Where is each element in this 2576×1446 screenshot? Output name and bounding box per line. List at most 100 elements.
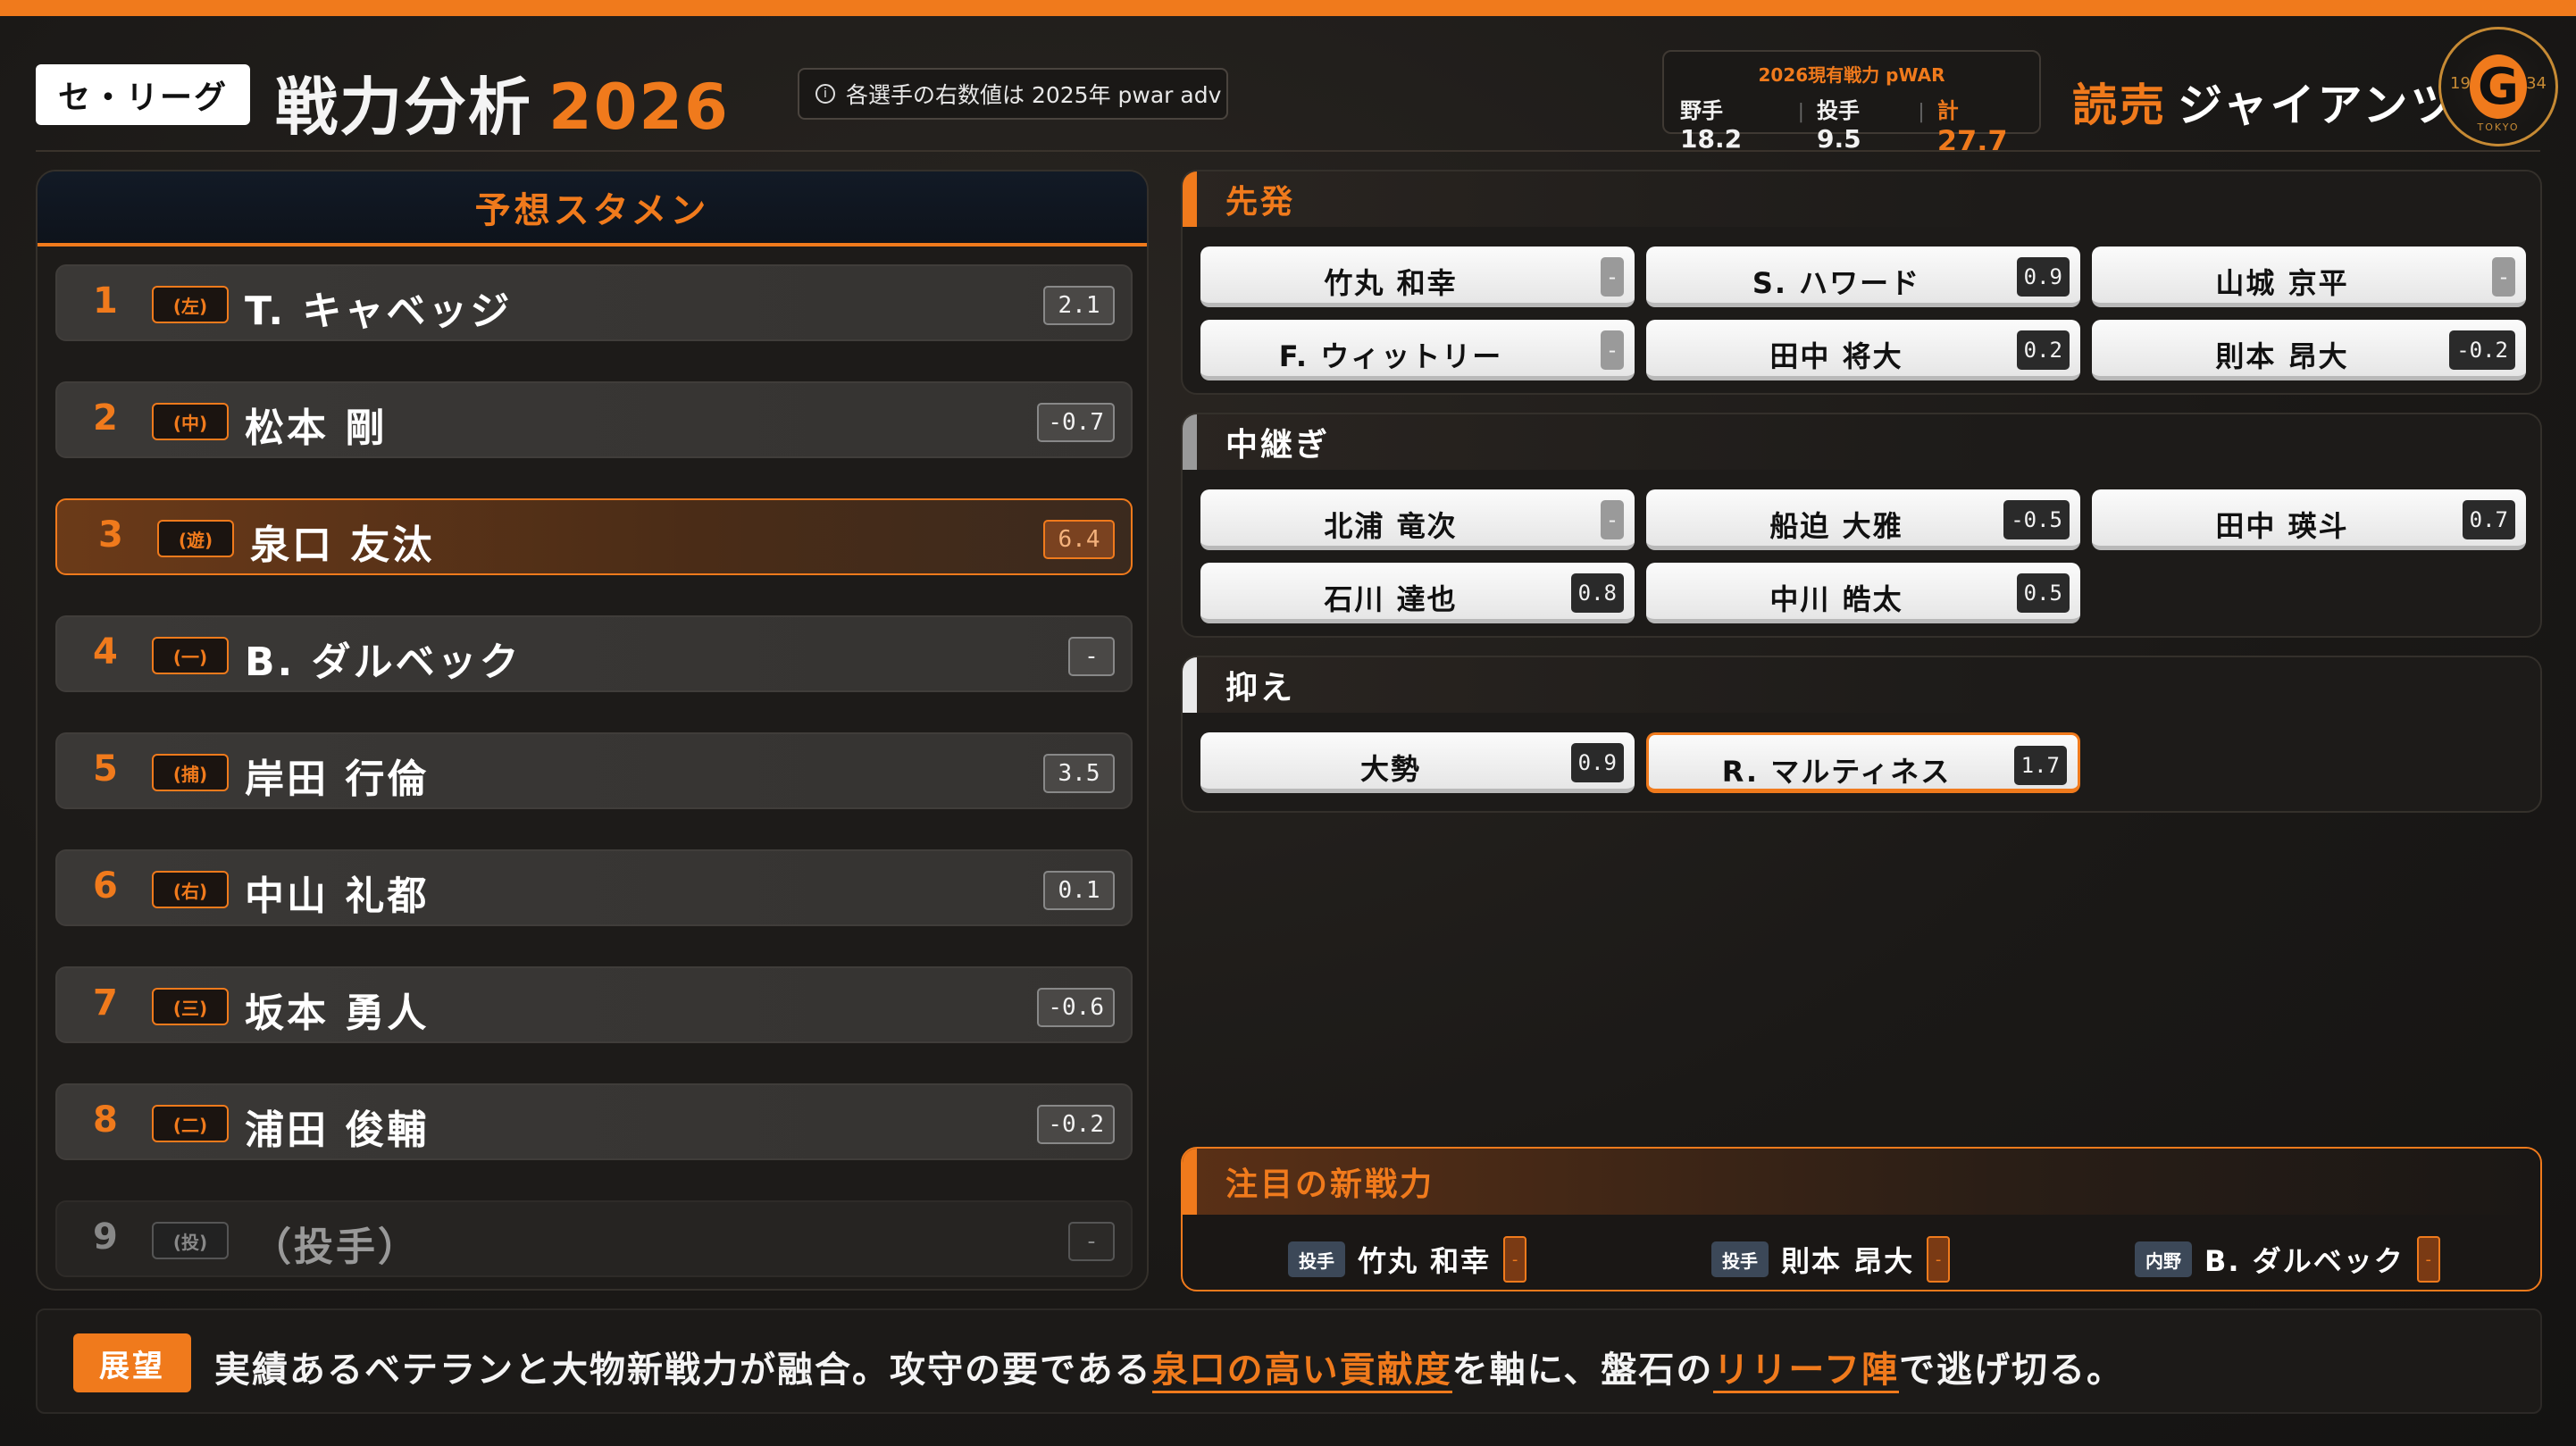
outlook-emphasis: リリーフ陣 (1713, 1350, 1900, 1393)
pitcher-card[interactable]: F. ウィットリー - (1200, 320, 1635, 380)
pitcher-war: 0.9 (1570, 743, 1624, 782)
lineup-row[interactable]: 1 (左) T. キャベッジ 2.1 (55, 264, 1133, 341)
pitcher-card[interactable]: 中川 皓太 0.5 (1646, 563, 2080, 623)
lineup-title: 予想スタメン (474, 190, 710, 231)
position-badge: (二) (152, 1105, 229, 1142)
pitcher-name: 船迫 大雅 (1769, 509, 1903, 543)
position-badge: (中) (152, 403, 229, 440)
pitcher-name: 田中 将大 (1769, 339, 1903, 373)
pitcher-name: 竹丸 和幸 (1324, 266, 1458, 300)
outlook-text-part: 実績あるベテランと大物新戦力が融合。攻守の要である (214, 1350, 1152, 1391)
war-value: 6.4 (1043, 520, 1115, 559)
closer-header: 抑え (1183, 657, 2540, 713)
player-name: （投手） (252, 1225, 420, 1270)
outlook-bar: 展望 実績あるベテランと大物新戦力が融合。攻守の要である泉口の高い貢献度を軸に、… (36, 1308, 2542, 1414)
closer-panel: 抑え 大勢 0.9 R. マルティネス 1.7 (1181, 656, 2542, 813)
pitcher-name: S. ハワード (1752, 266, 1921, 300)
lineup-row[interactable]: 7 (三) 坂本 勇人 -0.6 (55, 966, 1133, 1043)
player-name: 坂本 勇人 (245, 990, 430, 1036)
new-player-position-tag: 内野 (2135, 1241, 2192, 1277)
pitcher-label: 投手 (1816, 98, 1860, 123)
new-player-war: - (1503, 1236, 1527, 1283)
player-name: B. ダルベック (245, 639, 522, 685)
pitcher-card[interactable]: 石川 達也 0.8 (1200, 563, 1635, 623)
new-player-item[interactable]: 内野 B. ダルベック - (2135, 1236, 2440, 1283)
note-text: 各選手の右数値は 2025年 pwar adv (846, 82, 1222, 108)
war-value: -0.7 (1037, 403, 1115, 442)
position-badge: (右) (152, 871, 229, 908)
lineup-row[interactable]: 8 (二) 浦田 俊輔 -0.2 (55, 1083, 1133, 1160)
middle-relief-header: 中継ぎ (1183, 414, 2540, 470)
pitcher-card[interactable]: 大勢 0.9 (1200, 732, 1635, 793)
pitcher-name: F. ウィットリー (1278, 339, 1503, 373)
new-player-item[interactable]: 投手 竹丸 和幸 - (1288, 1236, 1527, 1283)
pitcher-name: 北浦 竜次 (1324, 509, 1458, 543)
position-badge: (一) (152, 637, 229, 674)
team-prefix: 読売 (2072, 79, 2167, 131)
title-text: 戦力分析 (275, 71, 532, 144)
pitcher-war: - (1601, 330, 1624, 370)
pitcher-war: 0.8 (1570, 573, 1624, 613)
player-name: 中山 礼都 (245, 873, 430, 919)
total-war: 計 27.7 (1937, 93, 2030, 158)
pitcher-war: - (1601, 500, 1624, 539)
pitcher-card[interactable]: S. ハワード 0.9 (1646, 247, 2080, 307)
pitcher-card[interactable]: 田中 瑛斗 0.7 (2092, 489, 2526, 550)
pitcher-card[interactable]: 船迫 大雅 -0.5 (1646, 489, 2080, 550)
player-name: T. キャベッジ (245, 288, 513, 334)
pitcher-card[interactable]: 山城 京平 - (2092, 247, 2526, 307)
war-value: -0.6 (1037, 988, 1115, 1027)
team-name: 読売 ジャイアンツ (2072, 70, 2458, 134)
pitcher-war: 0.5 (2016, 573, 2070, 613)
position-badge: (左) (152, 286, 229, 323)
pitcher-name: 田中 瑛斗 (2215, 509, 2349, 543)
pitcher-name: 石川 達也 (1324, 582, 1458, 616)
batting-order: 5 (93, 748, 118, 790)
pitcher-card[interactable]: 田中 将大 0.2 (1646, 320, 2080, 380)
new-player-name: B. ダルベック (2204, 1244, 2405, 1278)
pitcher-card[interactable]: 竹丸 和幸 - (1200, 247, 1635, 307)
lineup-row-pitcher[interactable]: 9 (投) （投手） - (55, 1200, 1133, 1277)
position-badge: (投) (152, 1222, 229, 1259)
player-name: 岸田 行倫 (245, 756, 430, 802)
outlook-text-part: で逃げ切る。 (1899, 1350, 2125, 1391)
header-divider (36, 150, 2540, 152)
pitcher-card-highlighted[interactable]: R. マルティネス 1.7 (1646, 732, 2080, 793)
batting-order: 7 (93, 982, 118, 1024)
closer-title: 抑え (1225, 670, 1296, 706)
pitcher-card[interactable]: 則本 昂大 -0.2 (2092, 320, 2526, 380)
batting-order: 3 (98, 514, 123, 556)
league-badge: セ・リーグ (36, 64, 250, 125)
new-player-name: 竹丸 和幸 (1358, 1244, 1492, 1278)
lineup-row[interactable]: 4 (一) B. ダルベック - (55, 615, 1133, 692)
pitcher-war: -0.5 (2003, 500, 2070, 539)
divider: | (1918, 101, 1925, 123)
logo-year-right: 34 (2526, 74, 2547, 93)
player-name: 浦田 俊輔 (245, 1107, 430, 1153)
pitcher-name: 則本 昂大 (2215, 339, 2349, 373)
new-player-war: - (1927, 1236, 1951, 1283)
war-value: - (1068, 637, 1115, 676)
pitcher-card[interactable]: 北浦 竜次 - (1200, 489, 1635, 550)
pitcher-name: 大勢 (1359, 752, 1421, 786)
lineup-row[interactable]: 6 (右) 中山 礼都 0.1 (55, 849, 1133, 926)
new-player-item[interactable]: 投手 則本 昂大 - (1711, 1236, 1951, 1283)
middle-relief-title: 中継ぎ (1225, 427, 1331, 464)
position-badge: (三) (152, 988, 229, 1025)
batting-order: 9 (93, 1216, 118, 1258)
pitcher-war: - (2492, 257, 2515, 297)
lineup-header: 予想スタメン (38, 171, 1147, 247)
lineup-row-highlighted[interactable]: 3 (遊) 泉口 友汰 6.4 (55, 498, 1133, 575)
fielder-war: 野手 18.2 (1680, 93, 1786, 154)
lineup-row[interactable]: 5 (捕) 岸田 行倫 3.5 (55, 732, 1133, 809)
war-value: 3.5 (1043, 754, 1115, 793)
rotation-title: 先発 (1225, 184, 1296, 221)
outlook-text-part: を軸に、盤石の (1451, 1350, 1714, 1391)
new-player-war: - (2416, 1236, 2440, 1283)
pitcher-name: 中川 皓太 (1769, 582, 1903, 616)
lineup-row[interactable]: 2 (中) 松本 剛 -0.7 (55, 381, 1133, 458)
war-value: 0.1 (1043, 871, 1115, 910)
info-icon: i (815, 84, 835, 104)
title-year: 2026 (548, 71, 730, 144)
rotation-header: 先発 (1183, 171, 2540, 227)
